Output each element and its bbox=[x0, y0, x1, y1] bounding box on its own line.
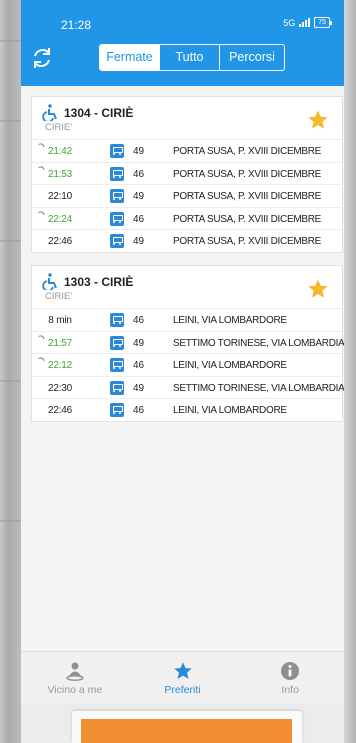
bus-icon bbox=[110, 380, 124, 395]
tab-fermate[interactable]: Fermate bbox=[100, 45, 159, 70]
info-icon bbox=[281, 662, 300, 680]
departure-time: 22:24 bbox=[40, 214, 80, 225]
departure-row[interactable]: 21:57 49 SETTIMO TORINESE, VIA LOMBARDIA bbox=[32, 330, 344, 354]
status-icons: 5G 75 bbox=[283, 17, 332, 28]
bus-icon bbox=[110, 144, 124, 158]
bottom-nav: Vicino a me Preferiti Info bbox=[21, 651, 344, 704]
departure-time: 21:53 bbox=[40, 169, 80, 180]
departure-row[interactable]: 22:10 49 PORTA SUSA, P. XVIII DICEMBRE bbox=[32, 184, 342, 207]
bus-icon bbox=[110, 358, 124, 373]
view-tabs: Fermate Tutto Percorsi bbox=[99, 44, 285, 71]
line-number: 49 bbox=[133, 146, 145, 157]
stop-card-header: 1303 - CIRIÈ CIRIE' bbox=[32, 266, 342, 308]
nav-label: Info bbox=[281, 684, 299, 696]
line-number: 46 bbox=[133, 168, 145, 180]
network-label: 5G bbox=[283, 17, 296, 28]
line-number: 46 bbox=[133, 213, 145, 225]
bus-icon bbox=[110, 211, 124, 226]
right-background-strip bbox=[344, 0, 356, 743]
app-header: 21:28 5G 75 Fermate Tutto Percorsi bbox=[21, 0, 344, 86]
nav-info[interactable]: Info bbox=[236, 652, 344, 704]
nav-preferiti[interactable]: Preferiti bbox=[129, 652, 237, 704]
star-icon bbox=[173, 662, 192, 679]
destination: SETTIMO TORINESE, VIA LOMBARDIA bbox=[173, 382, 344, 394]
stop-card[interactable]: 1303 - CIRIÈ CIRIE' 8 min 46 LEINI, VIA … bbox=[31, 265, 344, 422]
departure-row[interactable]: 22:46 49 PORTA SUSA, P. XVIII DICEMBRE bbox=[32, 229, 342, 252]
orange-banner-button[interactable] bbox=[81, 719, 292, 743]
battery-icon: 75 bbox=[314, 17, 332, 28]
signal-icon bbox=[299, 18, 311, 27]
destination: LEINI, VIA LOMBARDORE bbox=[173, 315, 287, 326]
line-number: 49 bbox=[133, 236, 145, 248]
line-number: 46 bbox=[133, 405, 145, 417]
destination: PORTA SUSA, P. XVIII DICEMBRE bbox=[173, 168, 322, 180]
destination: PORTA SUSA, P. XVIII DICEMBRE bbox=[173, 146, 322, 157]
destination: LEINI, VIA LOMBARDORE bbox=[173, 405, 287, 417]
bus-icon bbox=[110, 166, 124, 181]
nav-vicino-a-me[interactable]: Vicino a me bbox=[21, 652, 129, 704]
departure-time: 21:42 bbox=[40, 146, 80, 157]
refresh-icon[interactable] bbox=[29, 45, 55, 71]
departure-time: 22:46 bbox=[47, 236, 73, 248]
line-number: 46 bbox=[133, 315, 145, 326]
stop-title: 1304 - CIRIÈ bbox=[64, 106, 134, 120]
destination: PORTA SUSA, P. XVIII DICEMBRE bbox=[173, 213, 322, 225]
departure-row[interactable]: 22:12 46 LEINI, VIA LOMBARDORE bbox=[32, 353, 342, 376]
departure-row[interactable]: 22:24 46 PORTA SUSA, P. XVIII DICEMBRE bbox=[32, 206, 342, 230]
departure-time: 22:30 bbox=[47, 382, 73, 394]
stop-municipality: CIRIE' bbox=[45, 122, 73, 133]
wheelchair-icon bbox=[42, 273, 57, 290]
departure-time: 22:46 bbox=[47, 405, 73, 417]
favorite-star-icon[interactable] bbox=[307, 109, 329, 131]
bus-icon bbox=[110, 335, 124, 350]
phone-screen: 21:28 5G 75 Fermate Tutto Percorsi 1304 … bbox=[21, 0, 344, 743]
line-number: 49 bbox=[133, 337, 145, 349]
bus-icon bbox=[110, 313, 124, 327]
stop-municipality: CIRIE' bbox=[45, 291, 73, 302]
status-time: 21:28 bbox=[61, 18, 92, 32]
nav-label: Preferiti bbox=[164, 684, 201, 696]
destination: SETTIMO TORINESE, VIA LOMBARDIA bbox=[173, 337, 344, 349]
stop-card[interactable]: 1304 - CIRIÈ CIRIE' 21:42 49 PORTA SUSA,… bbox=[31, 96, 343, 253]
bus-icon bbox=[110, 403, 124, 418]
tab-percorsi[interactable]: Percorsi bbox=[219, 45, 284, 70]
line-number: 46 bbox=[133, 360, 145, 372]
line-number: 49 bbox=[133, 191, 145, 203]
departure-time: 22:12 bbox=[40, 360, 80, 371]
person-pin-icon bbox=[66, 662, 84, 681]
departure-time: 21:57 bbox=[40, 338, 80, 349]
departure-time: 22:10 bbox=[47, 191, 73, 203]
nav-label: Vicino a me bbox=[47, 684, 103, 696]
favorite-star-icon[interactable] bbox=[307, 278, 329, 300]
bus-icon bbox=[110, 234, 124, 249]
departure-row[interactable]: 21:42 49 PORTA SUSA, P. XVIII DICEMBRE bbox=[32, 139, 342, 162]
departure-row[interactable]: 8 min 46 LEINI, VIA LOMBARDORE bbox=[32, 308, 342, 331]
line-number: 49 bbox=[133, 382, 145, 394]
departure-row[interactable]: 21:53 46 PORTA SUSA, P. XVIII DICEMBRE bbox=[32, 161, 342, 185]
destination: PORTA SUSA, P. XVIII DICEMBRE bbox=[173, 236, 322, 248]
destination: PORTA SUSA, P. XVIII DICEMBRE bbox=[173, 191, 322, 203]
departure-row[interactable]: 22:46 46 LEINI, VIA LOMBARDORE bbox=[32, 398, 342, 421]
stop-title: 1303 - CIRIÈ bbox=[64, 275, 134, 289]
wheelchair-icon bbox=[42, 104, 57, 121]
departure-time: 8 min bbox=[48, 315, 72, 326]
bus-icon bbox=[110, 189, 124, 204]
destination: LEINI, VIA LOMBARDORE bbox=[173, 360, 287, 372]
stop-card-header: 1304 - CIRIÈ CIRIE' bbox=[32, 97, 342, 139]
departure-row[interactable]: 22:30 49 SETTIMO TORINESE, VIA LOMBARDIA bbox=[32, 375, 344, 399]
tab-tutto[interactable]: Tutto bbox=[159, 45, 219, 70]
left-background-strip bbox=[0, 0, 21, 743]
